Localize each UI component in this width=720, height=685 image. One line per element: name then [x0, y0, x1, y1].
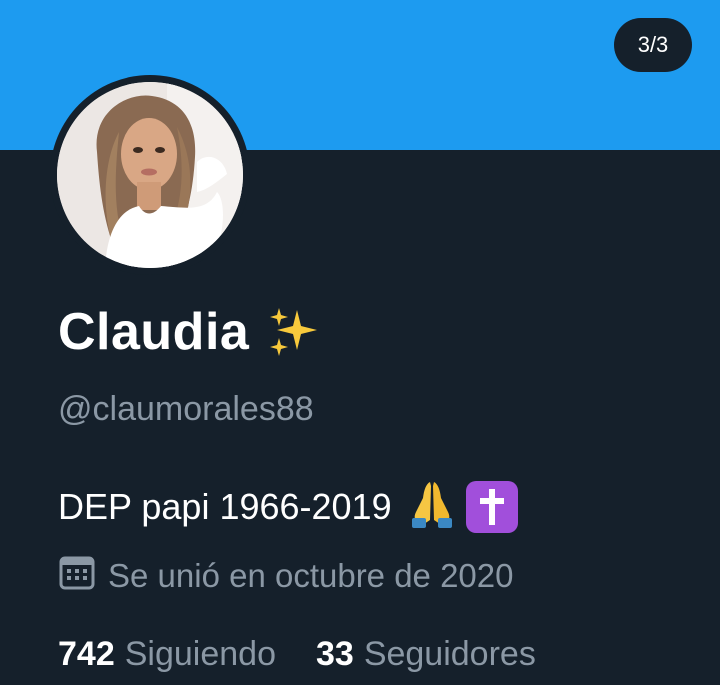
- avatar[interactable]: [50, 75, 250, 275]
- bio-emojis: [406, 476, 518, 537]
- followers-label[interactable]: Seguidores: [364, 635, 536, 674]
- avatar-image: [57, 82, 243, 268]
- sparkles-icon: [267, 306, 319, 358]
- display-name: Claudia: [58, 303, 250, 361]
- following-count[interactable]: 742: [58, 635, 115, 674]
- bio-text: DEP papi 1966-2019: [58, 485, 392, 527]
- folded-hands-icon: [406, 476, 458, 537]
- follow-stats: 742 Siguiendo 33 Seguidores: [58, 635, 536, 674]
- joined-date-row: Se unió en octubre de 2020: [58, 553, 514, 599]
- name-row: Claudia: [58, 302, 319, 362]
- latin-cross-icon: [465, 480, 518, 533]
- image-counter-badge: 3/3: [614, 18, 692, 72]
- joined-date-text: Se unió en octubre de 2020: [108, 557, 514, 594]
- calendar-icon: [58, 553, 96, 599]
- image-counter-text: 3/3: [637, 32, 669, 57]
- following-label[interactable]: Siguiendo: [125, 635, 276, 674]
- profile-bio: DEP papi 1966-2019: [58, 476, 518, 537]
- profile-handle: @claumorales88: [58, 390, 314, 428]
- followers-count[interactable]: 33: [316, 635, 354, 674]
- avatar-photo: [57, 82, 243, 268]
